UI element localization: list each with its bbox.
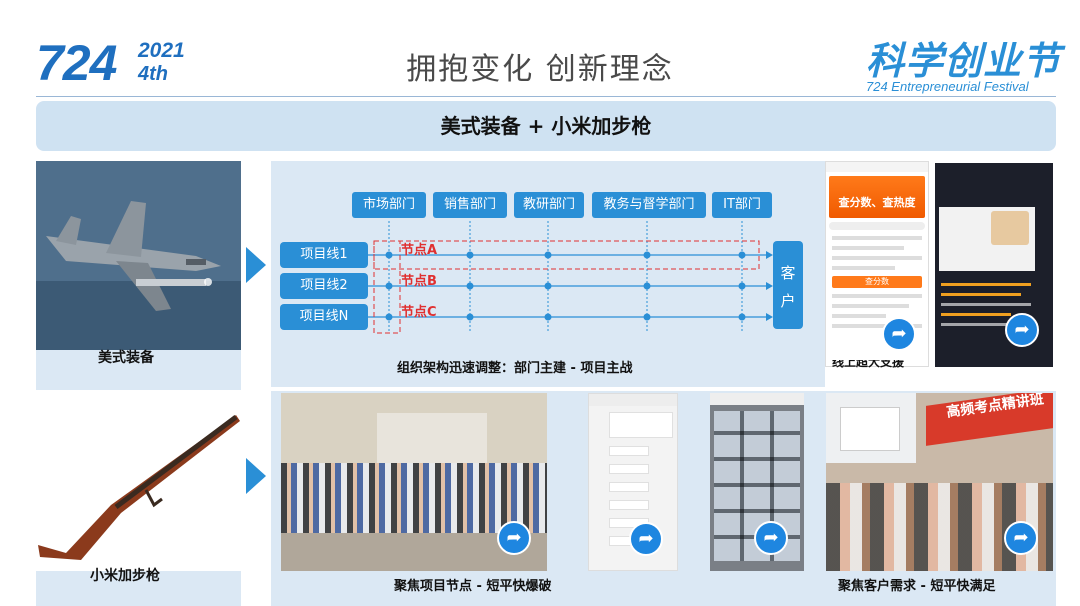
share-button[interactable]: ➦	[1004, 521, 1038, 555]
jet-photo	[36, 161, 241, 350]
jet-caption: 美式装备	[98, 350, 154, 366]
share-button[interactable]: ➦	[497, 521, 531, 555]
header-divider	[36, 96, 1056, 97]
section-banner: 美式装备 + 小米加步枪	[36, 101, 1056, 151]
score-banner: 查分数、查热度	[829, 176, 925, 218]
node-a-label: 节点A	[401, 243, 438, 258]
org-caption: 组织架构迅速调整：部门主建 - 项目主战	[397, 361, 633, 376]
right-arrow-icon	[246, 458, 266, 494]
node-b-label: 节点B	[401, 274, 437, 289]
project-line-1: 项目线1	[280, 242, 368, 268]
client-box: 客 户	[773, 241, 803, 329]
node-c-label: 节点C	[401, 305, 437, 320]
crowd-photo: ➦	[281, 393, 547, 571]
brand-title: 科学创业节	[866, 39, 1062, 83]
phone-screenshot-score: 查分数、查热度 查分数 ➦	[825, 161, 929, 367]
score-button[interactable]: 查分数	[832, 276, 922, 288]
client-char-2: 户	[780, 292, 796, 310]
share-button[interactable]: ➦	[754, 521, 788, 555]
rifle-photo	[36, 395, 241, 570]
share-button[interactable]: ➦	[1005, 313, 1039, 347]
jet-illustration	[36, 161, 241, 350]
rifle-illustration	[38, 415, 240, 560]
project-line-2: 项目线2	[280, 273, 368, 299]
share-button[interactable]: ➦	[629, 522, 663, 556]
bottom-caption-right: 聚焦客户需求 - 短平快满足	[838, 579, 996, 594]
share-button[interactable]: ➦	[882, 317, 916, 351]
phone-caption-partial: 线上超大支援	[832, 360, 905, 369]
brand-subtitle: 724 Entrepreneurial Festival	[866, 79, 1029, 94]
chat-screenshot: ➦	[588, 393, 678, 571]
papers-screenshot: ➦	[710, 393, 804, 571]
classroom-photo: 高频考点精讲班 ➦	[826, 393, 1053, 571]
project-line-n: 项目线N	[280, 304, 368, 330]
rifle-caption: 小米加步枪	[90, 568, 160, 584]
right-arrow-icon	[246, 247, 266, 283]
bottom-caption-left: 聚焦项目节点 - 短平快爆破	[394, 579, 552, 594]
client-char-1: 客	[780, 264, 796, 282]
live-stream-screenshot: ➦	[935, 163, 1053, 367]
